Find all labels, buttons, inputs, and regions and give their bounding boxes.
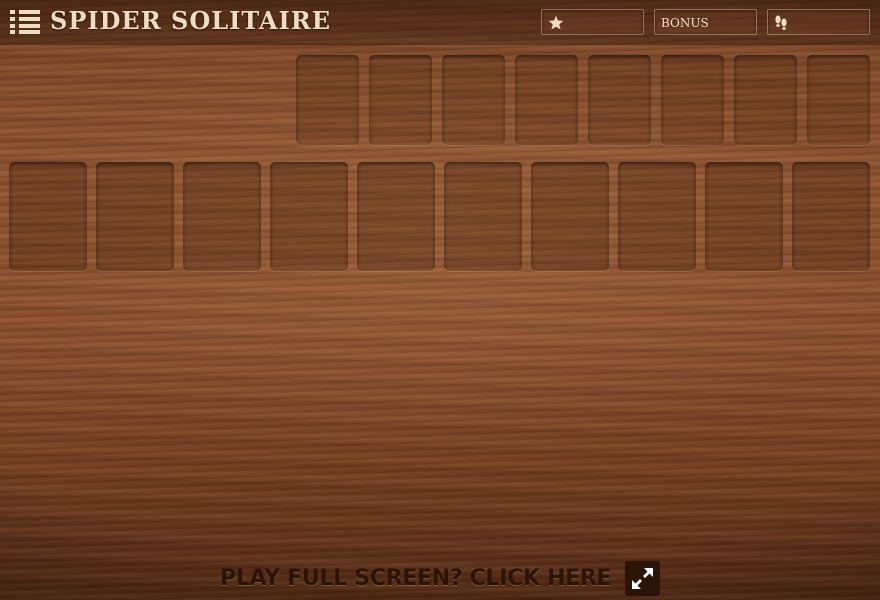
foundation-slot[interactable] bbox=[588, 55, 651, 145]
tableau-slot[interactable] bbox=[357, 162, 435, 271]
foundation-slot[interactable] bbox=[515, 55, 578, 145]
game-title: SPIDER SOLITAIRE bbox=[50, 6, 331, 35]
tableau-slot[interactable] bbox=[531, 162, 609, 271]
tableau-slot[interactable] bbox=[705, 162, 783, 271]
foundation-slot[interactable] bbox=[807, 55, 870, 145]
tableau-slot[interactable] bbox=[270, 162, 348, 271]
fullscreen-cta-link[interactable]: PLAY FULL SCREEN? CLICK HERE bbox=[220, 566, 612, 591]
tableau-slot[interactable] bbox=[618, 162, 696, 271]
bonus-label: BONUS bbox=[661, 16, 709, 30]
bonus-display[interactable]: BONUS bbox=[654, 9, 757, 35]
top-bar: SPIDER SOLITAIRE BONUS bbox=[0, 0, 880, 44]
tableau-slot[interactable] bbox=[96, 162, 174, 271]
score-display[interactable] bbox=[541, 9, 644, 35]
foundation-slot[interactable] bbox=[296, 55, 359, 145]
foundation-slot[interactable] bbox=[369, 55, 432, 145]
star-icon bbox=[548, 15, 564, 30]
tableau-slot[interactable] bbox=[444, 162, 522, 271]
list-menu-icon[interactable] bbox=[10, 10, 40, 34]
tableau-slot[interactable] bbox=[792, 162, 870, 271]
tableau-slot[interactable] bbox=[9, 162, 87, 271]
foundation-slot[interactable] bbox=[442, 55, 505, 145]
fullscreen-expand-icon[interactable] bbox=[625, 561, 660, 596]
foundation-slot[interactable] bbox=[661, 55, 724, 145]
moves-display[interactable] bbox=[767, 9, 870, 35]
foundation-slot[interactable] bbox=[734, 55, 797, 145]
footprints-icon bbox=[775, 15, 787, 30]
tableau-slot[interactable] bbox=[183, 162, 261, 271]
